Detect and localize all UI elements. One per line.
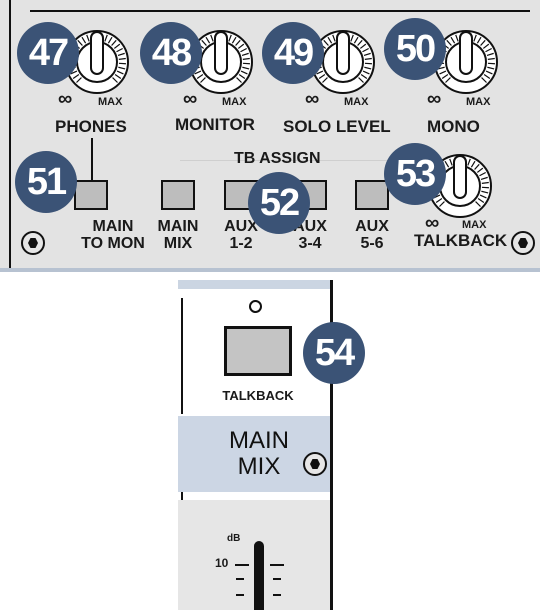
main-to-mon-label: MAIN TO MON	[81, 218, 145, 252]
callout-48: 48	[140, 22, 202, 84]
callout-51: 51	[15, 151, 77, 213]
tb-aux56-button[interactable]	[355, 180, 389, 210]
talkback-button-label: TALKBACK	[222, 388, 294, 403]
fader-slot[interactable]	[254, 541, 264, 610]
talkback-knob-label: TALKBACK	[414, 231, 508, 250]
monitor-min-mark: ∞	[183, 88, 198, 110]
talkback-led	[249, 300, 262, 313]
mono-min-mark: ∞	[427, 88, 442, 110]
phones-max-mark: MAX	[98, 96, 123, 108]
fader-tick-mark-left	[235, 564, 249, 566]
fader-tick-mark-right	[270, 564, 284, 566]
tb-assign-title: TB ASSIGN	[234, 150, 321, 167]
solo-level-label: SOLO LEVEL	[283, 117, 391, 136]
solo-min-mark: ∞	[305, 88, 320, 110]
callout-54: 54	[303, 322, 365, 384]
fader-tick-10: 10	[215, 556, 229, 570]
tb-main-mix-button[interactable]	[161, 180, 195, 210]
fader-unit-label: dB	[227, 533, 241, 544]
tb-main-mix-label: MAIN MIX	[157, 218, 199, 252]
talkback-button[interactable]	[224, 326, 292, 376]
fader-minor-tick	[273, 578, 281, 580]
callout-50: 50	[384, 18, 446, 80]
fader-minor-tick	[236, 594, 244, 596]
callout-52: 52	[248, 172, 310, 234]
main-mix-title: MAIN MIX	[229, 427, 289, 480]
screw-left	[21, 231, 45, 255]
tb-aux56-label: AUX 5-6	[355, 218, 389, 252]
mono-label: MONO	[427, 117, 480, 136]
callout-53: 53	[384, 143, 446, 205]
callout-47: 47	[17, 22, 79, 84]
talkback-max-mark: MAX	[462, 219, 487, 231]
fader-minor-tick	[236, 578, 244, 580]
screw-right	[511, 231, 535, 255]
solo-max-mark: MAX	[344, 96, 369, 108]
main-to-mon-button[interactable]	[74, 180, 108, 210]
callout-49: 49	[262, 22, 324, 84]
monitor-label: MONITOR	[175, 115, 255, 134]
phones-min-mark: ∞	[58, 88, 73, 110]
phones-label: PHONES	[55, 117, 127, 136]
monitor-max-mark: MAX	[222, 96, 247, 108]
fader-minor-tick	[273, 594, 281, 596]
strip-top-band	[178, 280, 330, 289]
main-mix-screw	[303, 452, 327, 476]
mono-max-mark: MAX	[466, 96, 491, 108]
phones-link-line	[91, 138, 93, 180]
